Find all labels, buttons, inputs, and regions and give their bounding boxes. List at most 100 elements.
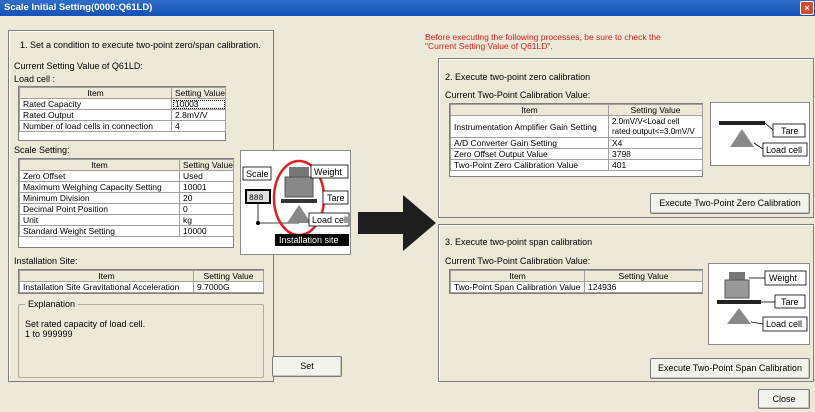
row-item: Minimum Division: [19, 192, 180, 204]
row-item: Two-Point Span Calibration Value: [450, 281, 585, 293]
row-value-text: 2.0mV/V<Load cell rated output<=3.0mV/V: [612, 117, 695, 136]
tare-label: Tare: [781, 126, 799, 136]
row-value[interactable]: 401: [608, 159, 703, 171]
load-cell-label: Load cell: [766, 319, 802, 329]
span-calibration-table[interactable]: Item Setting Value Two-Point Span Calibr…: [449, 269, 703, 294]
tare-label: Tare: [327, 193, 345, 203]
span-calibration-heading: 3. Execute two-point span calibration: [445, 237, 593, 247]
table-row[interactable]: Decimal Point Position 0: [19, 203, 234, 215]
zero-calibration-heading: 2. Execute two-point zero calibration: [445, 72, 591, 82]
column-header: Item: [19, 159, 180, 171]
table-header-row: Item Setting Value: [450, 270, 703, 282]
row-value[interactable]: 3798: [608, 148, 703, 160]
column-header: Item: [19, 270, 194, 282]
set-button[interactable]: Set: [272, 356, 342, 377]
table-row[interactable]: Unit kg: [19, 214, 234, 226]
table-row[interactable]: Standard Weight Setting 10000: [19, 225, 234, 237]
installation-site-table[interactable]: Item Setting Value Installation Site Gra…: [18, 269, 264, 294]
row-value[interactable]: kg: [179, 214, 234, 226]
scale-setting-label: Scale Setting:: [14, 145, 70, 155]
table-row[interactable]: Zero Offset Used: [19, 170, 234, 182]
row-item: Installation Site Gravitational Accelera…: [19, 281, 194, 293]
load-cell-label: Load cell :: [14, 74, 56, 84]
row-item: Unit: [19, 214, 180, 226]
weight-label: Weight: [769, 273, 797, 283]
row-item: Rated Capacity: [19, 98, 172, 110]
column-header: Setting Value: [179, 159, 234, 171]
execute-span-calibration-button[interactable]: Execute Two-Point Span Calibration: [650, 358, 810, 379]
span-calibration-diagram: Weight Tare Load cell: [708, 263, 810, 345]
row-value[interactable]: 4: [171, 120, 226, 132]
scale-initial-setting-window: Scale Initial Setting(0000:Q61LD) × 1. S…: [0, 0, 815, 412]
table-row[interactable]: Installation Site Gravitational Accelera…: [19, 281, 264, 293]
title-bar: Scale Initial Setting(0000:Q61LD) ×: [0, 0, 815, 16]
table-header-row: Item Setting Value: [19, 159, 234, 171]
row-item: Instrumentation Amplifier Gain Setting: [450, 115, 609, 138]
table-row[interactable]: Rated Output 2.8mV/V: [19, 109, 226, 121]
tare-label: Tare: [781, 297, 799, 307]
close-window-button[interactable]: ×: [800, 1, 814, 15]
explanation-group: Explanation Set rated capacity of load c…: [18, 299, 264, 378]
row-item: Rated Output: [19, 109, 172, 121]
weight-label: Weight: [314, 167, 342, 177]
row-value[interactable]: Used: [179, 170, 234, 182]
row-value[interactable]: 10003: [171, 98, 226, 110]
table-row[interactable]: Two-Point Span Calibration Value 124936: [450, 281, 703, 293]
column-header: Setting Value: [193, 270, 264, 282]
row-value[interactable]: 10000: [179, 225, 234, 237]
row-item: Number of load cells in connection: [19, 120, 172, 132]
table-row[interactable]: Two-Point Zero Calibration Value 401: [450, 159, 703, 171]
table-row[interactable]: Rated Capacity 10003: [19, 98, 226, 110]
row-value[interactable]: 124936: [584, 281, 703, 293]
row-value[interactable]: X4: [608, 137, 703, 149]
display-readout: 888: [249, 194, 264, 203]
step1-heading: 1. Set a condition to execute two-point …: [20, 40, 261, 50]
row-item: Decimal Point Position: [19, 203, 180, 215]
installation-site-label: Installation Site:: [14, 256, 78, 266]
row-value[interactable]: 10001: [179, 181, 234, 193]
warning-text-line2: "Current Setting Value of Q61LD".: [425, 41, 553, 51]
column-header: Setting Value: [608, 104, 703, 116]
zero-calibration-table[interactable]: Item Setting Value Instrumentation Ampli…: [449, 103, 703, 177]
row-value[interactable]: 2.8mV/V: [171, 109, 226, 121]
table-row[interactable]: A/D Converter Gain Setting X4: [450, 137, 703, 149]
explanation-legend: Explanation: [25, 299, 79, 309]
column-header: Setting Value: [171, 87, 226, 99]
row-item: Zero Offset: [19, 170, 180, 182]
installation-site-label: Installation site: [279, 235, 339, 245]
row-item: Zero Offset Output Value: [450, 148, 609, 160]
row-value[interactable]: 9.7000G: [193, 281, 264, 293]
window-title: Scale Initial Setting(0000:Q61LD): [4, 2, 153, 13]
arrow-right-icon: [358, 195, 436, 251]
table-row[interactable]: Minimum Division 20: [19, 192, 234, 204]
zero-calibration-diagram: Tare Load cell: [710, 102, 810, 166]
load-cell-label: Load cell: [312, 215, 348, 225]
load-cell-table[interactable]: Item Setting Value Rated Capacity 10003 …: [18, 86, 226, 141]
explanation-text-line2: 1 to 999999: [25, 329, 73, 339]
column-header: Setting Value: [584, 270, 703, 282]
span-current-label: Current Two-Point Calibration Value:: [445, 256, 591, 266]
row-value[interactable]: 0: [179, 203, 234, 215]
table-row[interactable]: Number of load cells in connection 4: [19, 120, 226, 132]
scale-label: Scale: [246, 169, 269, 179]
row-value[interactable]: 2.0mV/V<Load cell rated output<=3.0mV/V: [608, 115, 703, 138]
row-value[interactable]: 20: [179, 192, 234, 204]
span-diagram-graphic: Weight Tare Load cell: [717, 270, 808, 332]
column-header: Item: [19, 87, 172, 99]
table-row[interactable]: Maximum Weighing Capacity Setting 10001: [19, 181, 234, 193]
scale-diagram-graphic: Scale 888 Weight Tare Load cell Installa…: [242, 159, 350, 246]
row-item: Two-Point Zero Calibration Value: [450, 159, 609, 171]
row-item: Maximum Weighing Capacity Setting: [19, 181, 180, 193]
column-header: Item: [450, 104, 609, 116]
execute-zero-calibration-button[interactable]: Execute Two-Point Zero Calibration: [650, 193, 810, 214]
scale-diagram: Scale 888 Weight Tare Load cell Installa…: [240, 150, 351, 255]
load-cell-label: Load cell: [766, 145, 802, 155]
table-row[interactable]: Instrumentation Amplifier Gain Setting 2…: [450, 115, 703, 138]
explanation-text-line1: Set rated capacity of load cell.: [25, 319, 146, 329]
table-header-row: Item Setting Value: [19, 270, 264, 282]
close-button[interactable]: Close: [758, 389, 810, 409]
table-row[interactable]: Zero Offset Output Value 3798: [450, 148, 703, 160]
table-header-row: Item Setting Value: [450, 104, 703, 116]
scale-setting-table[interactable]: Item Setting Value Zero Offset Used Maxim…: [18, 158, 234, 248]
current-setting-label: Current Setting Value of Q61LD:: [14, 61, 143, 71]
